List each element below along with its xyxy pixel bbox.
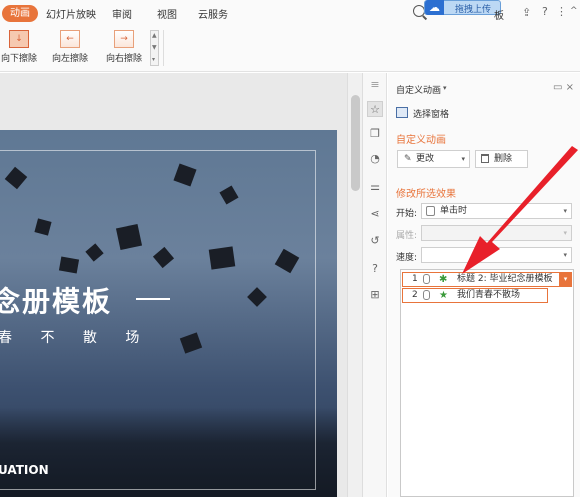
arrow-down-icon: ↓ [9,30,29,48]
pane-title-dropdown-icon[interactable]: ▾ [443,84,447,92]
tab-view[interactable]: 视图 [157,6,177,21]
speed-select[interactable]: ▾ [421,247,572,263]
slide-canvas: 念册模板 春 不 散 场 UATION [0,73,347,497]
chevron-down-icon[interactable]: ▾ [563,204,567,218]
change-button-label: 更改 [416,154,435,164]
property-select[interactable]: ▾ [421,225,572,241]
chevron-down-icon[interactable]: ▾ [563,248,567,262]
speed-label: 速度: [396,253,418,263]
start-label: 开始: [396,209,418,219]
wipe-right-button[interactable]: → 向右擦除 [101,28,147,68]
pane-title: 自定义动画 [396,86,442,96]
animation-list-item[interactable]: 2 ★ 我们青春不散场 [402,288,548,303]
help-circle-icon[interactable]: ? [367,261,383,277]
slide-title: 念册模板 [0,285,113,318]
shapes-icon[interactable]: ◔ [367,151,383,167]
help-icon[interactable]: ? [542,5,548,18]
tab-animation[interactable]: 动画 [2,5,38,22]
animation-order-number: 2 [412,290,418,300]
effects-gallery-scroll[interactable]: ▲ ▼ ▾ [150,30,159,66]
chevron-down-icon: ▾ [461,155,465,163]
slides-icon[interactable]: ❐ [367,126,383,142]
animation-list-item[interactable]: 1 ✱ 标题 2: 毕业纪念册模板 ▾ [402,272,572,287]
scrollbar-thumb[interactable] [351,95,360,191]
entrance-star-icon: ✱ [439,274,448,285]
custom-animation-pane: 自定义动画 ▾ ▭ × 选择窗格 自定义动画 ✎ 更改 ▾ 删除 修改所选效果 … [388,73,580,497]
share-icon[interactable]: ⇪ [522,6,531,19]
animation-item-label: 我们青春不散场 [457,290,521,300]
delete-effect-button[interactable]: 删除 [475,150,528,168]
cloud-logo-icon: ☁ [425,0,444,15]
start-select-value: 单击时 [440,206,468,216]
chevron-down-icon[interactable]: ▾ [559,272,572,287]
mouse-icon [426,206,435,216]
animation-list[interactable]: 1 ✱ 标题 2: 毕业纪念册模板 ▾ 2 ★ 我们青春不散场 [400,269,574,497]
tab-slideshow[interactable]: 幻灯片放映 [46,6,96,21]
slide-subtitle: 春 不 散 场 [0,330,152,346]
chevron-down-icon[interactable]: ▼ [152,44,157,52]
adjust-sliders-icon[interactable]: ⚌ [367,179,383,195]
tab-review[interactable]: 审阅 [112,6,132,21]
slide-vertical-scrollbar[interactable] [347,73,363,497]
chevron-down-icon[interactable]: ▾ [563,226,567,240]
animation-item-label: 标题 2: 毕业纪念册模板 [457,274,553,284]
arrow-left-icon: ← [60,30,80,48]
slide-border-frame [0,150,316,490]
trash-icon [481,154,489,163]
slide-english-text: UATION [0,463,49,477]
wipe-left-label: 向左擦除 [51,54,88,64]
wipe-right-label: 向右擦除 [105,54,142,64]
slide-thumbnail[interactable]: 念册模板 春 不 散 场 UATION [0,130,337,497]
history-icon[interactable]: ↺ [367,233,383,249]
selection-pane-link[interactable]: 选择窗格 [413,107,449,120]
share-nodes-icon[interactable]: ⋖ [367,206,383,222]
side-tool-strip: ≡ ☆ ❐ ◔ ⚌ ⋖ ↺ ? ⊞ [363,73,387,497]
arrow-right-icon: → [114,30,134,48]
menu-bar: 动画 幻灯片放映 审阅 视图 云服务 ☁ 拖拽上传 板 ⇪ ? ⋮ ^ [0,0,580,26]
chevron-up-icon[interactable]: ▲ [152,32,157,40]
upload-badge[interactable]: ☁ 拖拽上传 [424,0,501,15]
wipe-down-label: 向下擦除 [0,54,37,64]
menu-truncated-label: 板 [494,11,504,22]
wipe-down-button[interactable]: ↓ 向下擦除 [0,28,42,68]
ribbon-divider [163,30,164,66]
section-modify-effect: 修改所选效果 [396,189,456,200]
mouse-icon [423,274,430,284]
entrance-star-icon: ★ [439,290,448,301]
delete-button-label: 删除 [494,154,513,164]
section-custom-animation: 自定义动画 [396,135,446,146]
pane-window-controls[interactable]: ▭ × [553,82,574,93]
pencil-icon: ✎ [404,154,412,164]
tab-cloud-service[interactable]: 云服务 [198,6,228,21]
animation-order-number: 1 [412,274,418,284]
title-dash [136,298,170,300]
start-select[interactable]: 单击时 ▾ [421,203,572,219]
upload-badge-label: 拖拽上传 [455,5,492,15]
selection-pane-icon[interactable] [396,107,408,118]
menu-lines-icon[interactable]: ≡ [367,77,383,93]
collapse-ribbon-icon[interactable]: ^ [570,6,578,16]
property-label: 属性: [396,231,418,241]
more-icon[interactable]: ⋮ [556,5,567,18]
expand-gallery-icon[interactable]: ▾ [152,56,155,64]
grid-icon[interactable]: ⊞ [367,287,383,303]
change-effect-button[interactable]: ✎ 更改 ▾ [397,150,470,168]
star-animation-icon[interactable]: ☆ [367,101,383,117]
wipe-left-button[interactable]: ← 向左擦除 [47,28,93,68]
mouse-icon [423,290,430,300]
ribbon: ↓ 向下擦除 ← 向左擦除 → 向右擦除 ▲ ▼ ▾ [0,26,580,72]
